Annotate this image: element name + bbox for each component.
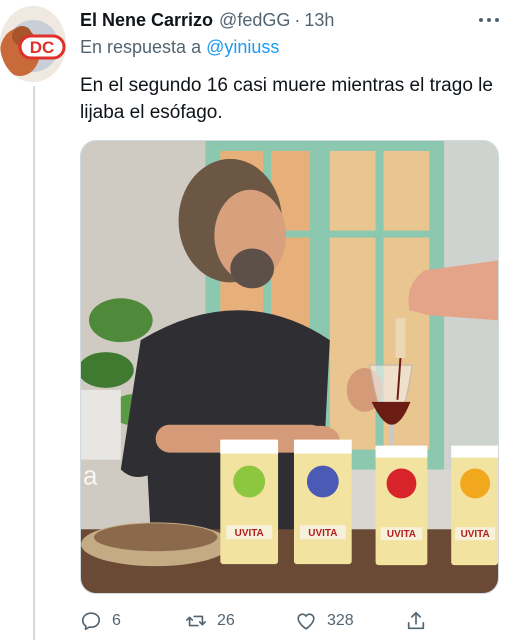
display-name[interactable]: El Nene Carrizo (80, 10, 213, 31)
more-icon (479, 18, 499, 22)
tweet-header: El Nene Carrizo @fedGG · 13h (80, 8, 503, 32)
avatar[interactable]: DC (0, 6, 66, 82)
retweet-count: 26 (217, 612, 235, 629)
thread-line (33, 86, 35, 640)
reply-count: 6 (112, 612, 121, 629)
juice-box-1: UVITA (220, 439, 279, 565)
media-watermark: a (83, 462, 98, 490)
box-label-3: UVITA (387, 529, 416, 540)
tweet-actions: 6 26 328 (80, 606, 460, 636)
retweet-button[interactable]: 26 (185, 606, 295, 636)
reply-button[interactable]: 6 (80, 606, 185, 636)
juice-box-2: UVITA (293, 439, 352, 565)
box-label-1: UVITA (235, 528, 264, 539)
box-label-4: UVITA (461, 529, 490, 540)
tweet-text: En el segundo 16 casi muere mientras el … (80, 75, 493, 123)
more-button[interactable] (475, 10, 503, 30)
reply-context: En respuesta a @yiniuss (80, 37, 279, 58)
share-button[interactable] (405, 606, 445, 636)
share-icon (407, 611, 425, 630)
user-handle[interactable]: @fedGG (219, 10, 290, 31)
like-button[interactable]: 328 (295, 606, 405, 636)
retweet-icon (186, 615, 206, 627)
avatar-image: DC (0, 6, 66, 82)
tweet-media[interactable]: UVITA UVITA UVITA UVITA a (80, 140, 499, 594)
reply-icon (81, 612, 101, 631)
avatar-logo-text: DC (30, 38, 55, 57)
timestamp[interactable]: 13h (304, 10, 334, 31)
separator-dot: · (294, 9, 301, 30)
juice-box-3: UVITA (375, 445, 428, 566)
media-image: UVITA UVITA UVITA UVITA a (81, 141, 498, 593)
box-label-2: UVITA (308, 528, 337, 539)
reply-prefix: En respuesta a (80, 37, 202, 57)
juice-box-4: UVITA (451, 445, 498, 566)
reply-mention-link[interactable]: @yiniuss (206, 37, 279, 57)
like-icon (297, 613, 315, 630)
like-count: 328 (327, 612, 354, 629)
